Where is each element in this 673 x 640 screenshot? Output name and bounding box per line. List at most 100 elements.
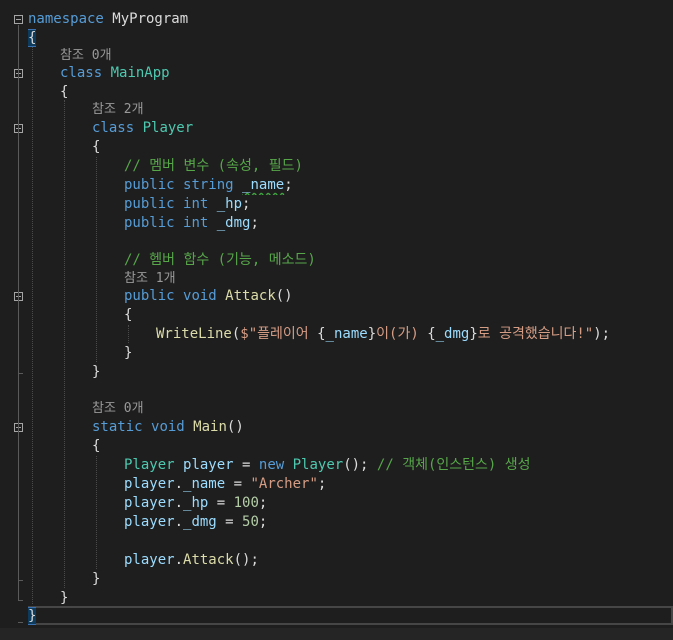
code-line: player.Attack(); [124, 551, 259, 570]
fold-connector [18, 25, 19, 600]
code-token: _name [183, 476, 226, 492]
code-token: _name [325, 326, 368, 342]
code-line: player._hp = 100; [124, 494, 267, 513]
code-token: // 헴버 함수 (기능, 메소드) [124, 252, 316, 268]
code-token: 이(가) [376, 326, 428, 342]
codelens-reference-count[interactable]: 참조 0개 [92, 399, 144, 418]
code-token: _name [242, 177, 285, 193]
code-token: { [427, 326, 436, 342]
code-line: } [92, 363, 100, 382]
code-token: WriteLine [156, 326, 232, 342]
code-token: MyProgram [103, 11, 189, 27]
code-line: } [60, 589, 68, 608]
code-token: { [92, 438, 101, 454]
code-token: _dmg [216, 215, 251, 231]
code-token: Player [142, 120, 194, 136]
code-token: // 멤버 변수 (속성, 필드) [124, 158, 303, 174]
code-token: ; [317, 476, 327, 492]
code-token: public [124, 288, 175, 304]
code-token: MainApp [110, 65, 170, 81]
code-token: (); [343, 457, 377, 473]
code-token: public [124, 215, 175, 231]
code-editor[interactable]: namespace MyProgram{참조 0개 class MainApp{참… [0, 0, 673, 640]
code-token: string [183, 177, 234, 193]
code-line: { [28, 29, 37, 48]
code-token: new [258, 457, 285, 473]
code-token: } [367, 326, 377, 342]
code-line: player._dmg = 50; [124, 513, 267, 532]
codelens-reference-count[interactable]: 참조 2개 [92, 100, 144, 119]
code-token: { [60, 84, 69, 100]
code-token: { [92, 139, 101, 155]
code-line: static void Main() [92, 418, 244, 437]
code-line: { [92, 138, 100, 157]
code-token: void [151, 419, 185, 435]
code-token: class [92, 120, 135, 136]
code-line: } [124, 344, 132, 363]
code-token: // 객체(인스턴스) 생성 [376, 457, 531, 473]
code-line: { [92, 437, 100, 456]
code-line: player._name = "Archer"; [124, 475, 326, 494]
code-token: . [174, 514, 184, 530]
fold-end-marker [18, 373, 23, 374]
code-token: { [317, 326, 326, 342]
horizontal-scrollbar[interactable] [0, 628, 673, 640]
code-token: ; [258, 495, 268, 511]
code-token: = [225, 476, 251, 492]
code-token: 50 [242, 514, 259, 530]
codelens-reference-count[interactable]: 참조 0개 [60, 46, 112, 65]
code-token: (); [233, 552, 259, 568]
code-token: void [183, 288, 217, 304]
code-token: ; [250, 215, 259, 231]
code-token: Player [124, 457, 175, 473]
indent-guide [96, 456, 97, 569]
code-token: _dmg [435, 326, 470, 342]
code-line: WriteLine($"플레이어 {_name}이(가) {_dmg}로 공격했… [156, 325, 610, 344]
code-token: "Archer" [250, 476, 318, 492]
code-token: } [469, 326, 478, 342]
codelens-reference-count[interactable]: 참조 1개 [124, 269, 176, 288]
code-token: _dmg [183, 514, 217, 530]
code-token: { [124, 307, 133, 323]
code-token: 100 [233, 495, 259, 511]
code-token: public [124, 177, 175, 193]
code-token: = [233, 457, 259, 473]
code-token: } [124, 345, 133, 361]
code-token: ; [242, 196, 251, 212]
code-token: . [174, 495, 184, 511]
code-token: Attack [225, 288, 276, 304]
code-token: ; [258, 514, 268, 530]
code-line: // 멤버 변수 (속성, 필드) [124, 157, 303, 176]
collapse-icon[interactable] [14, 15, 23, 24]
code-line: namespace MyProgram [28, 10, 188, 29]
code-token: player [124, 514, 175, 530]
fold-end-marker [18, 622, 23, 623]
code-token: player [124, 476, 175, 492]
code-token: = [216, 514, 243, 530]
code-token: static [92, 419, 143, 435]
code-token: . [174, 476, 184, 492]
code-token: class [60, 65, 103, 81]
fold-end-marker [18, 580, 23, 581]
code-token: ); [593, 326, 611, 342]
code-line: public int _hp; [124, 195, 250, 214]
current-line-highlight [28, 606, 673, 625]
code-token: Attack [183, 552, 234, 568]
code-token: Player [292, 457, 344, 473]
code-line: { [124, 306, 132, 325]
fold-end-marker [18, 600, 23, 601]
code-line: public string _name; [124, 176, 293, 195]
code-line: } [28, 607, 37, 626]
code-token: _hp [216, 196, 243, 212]
code-token: player [183, 457, 234, 473]
code-token: . [174, 552, 184, 568]
code-token: int [183, 215, 209, 231]
